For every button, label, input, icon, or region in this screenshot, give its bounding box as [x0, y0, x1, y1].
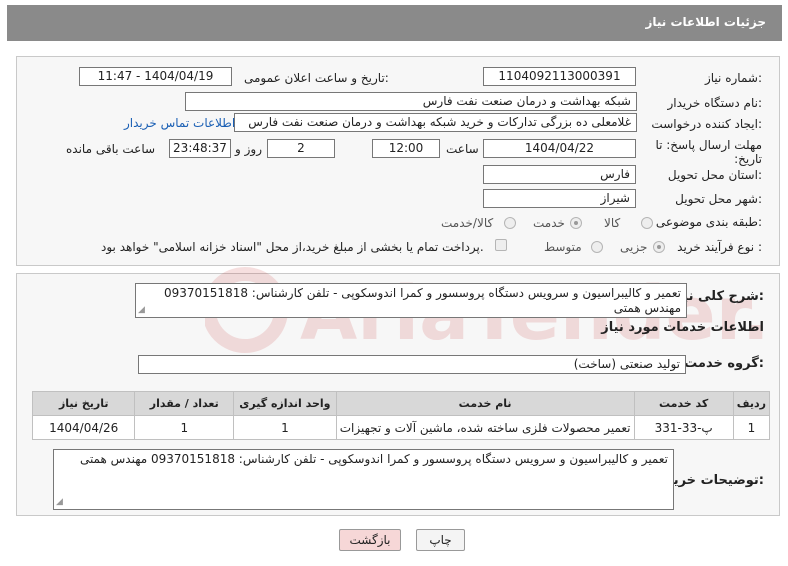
remaining-label: ساعت باقی مانده — [66, 142, 156, 156]
buyer-org-label: نام دستگاه خریدار: — [667, 96, 763, 110]
table-cell: تعمیر محصولات فلزی ساخته شده، ماشین آلات… — [335, 415, 635, 440]
back-button[interactable]: بازگشت — [339, 529, 401, 551]
process-label: نوع فرآیند خرید : — [677, 240, 762, 254]
province-label: استان محل تحویل: — [667, 168, 762, 182]
category-option-service: خدمت — [533, 216, 565, 230]
process-option-minor: جزیی — [620, 240, 648, 254]
category-radio-service[interactable] — [570, 217, 582, 229]
table-header-cell: تاریخ نیاز — [31, 391, 136, 416]
table-header-row: ردیف کد خدمت نام خدمت واحد اندازه گیری ت… — [31, 391, 771, 416]
city-field[interactable]: شیراز — [483, 189, 636, 208]
city-label: شهر محل تحویل: — [675, 192, 762, 206]
process-radio-medium[interactable] — [591, 241, 603, 253]
table-cell: 1404/04/26 — [31, 415, 136, 440]
buyer-notes-textarea[interactable]: تعمیر و کالیبراسیون و سرویس دستگاه پروسس… — [53, 449, 674, 510]
summary-textarea[interactable]: تعمیر و کالیبراسیون و سرویس دستگاه پروسس… — [135, 283, 687, 318]
category-option-goods: کالا — [604, 216, 621, 230]
requester-field[interactable]: غلامعلی ده بزرگی تدارکات و خرید شبکه بهد… — [234, 113, 637, 132]
table-cell: 1 — [233, 415, 337, 440]
deadline-date-field[interactable]: 1404/04/22 — [483, 139, 636, 158]
need-number-field[interactable]: 1104092113000391 — [483, 67, 636, 86]
table-header-cell: نام خدمت — [335, 391, 635, 416]
resize-grip-icon[interactable]: ◢ — [138, 306, 145, 315]
summary-text: تعمیر و کالیبراسیون و سرویس دستگاه پروسس… — [163, 286, 681, 315]
province-field[interactable]: فارس — [483, 165, 636, 184]
category-radio-goods[interactable] — [641, 217, 653, 229]
table-cell: پ-33-331 — [633, 415, 734, 440]
need-number-label: شماره نیاز: — [704, 71, 762, 85]
table-header-cell: کد خدمت — [633, 391, 734, 416]
announce-label: تاریخ و ساعت اعلان عمومی: — [244, 71, 389, 85]
deadline-time-field[interactable]: 12:00 — [372, 139, 440, 158]
time-label: ساعت — [446, 142, 479, 156]
category-label: طبقه بندی موضوعی: — [655, 215, 762, 229]
process-option-medium: متوسط — [544, 240, 582, 254]
treasury-payment-checkbox[interactable] — [495, 239, 507, 251]
buyer-contact-link[interactable]: اطلاعات تماس خریدار — [124, 116, 235, 130]
resize-grip-icon[interactable]: ◢ — [56, 498, 63, 507]
days-field[interactable]: 2 — [267, 139, 335, 158]
requester-label: ایجاد کننده درخواست: — [651, 117, 762, 131]
table-header-cell: تعداد / مقدار — [134, 391, 235, 416]
announce-datetime-field[interactable]: 1404/04/19 - 11:47 — [79, 67, 232, 86]
deadline-label: مهلت ارسال پاسخ: تا تاریخ: — [655, 138, 762, 166]
services-heading: اطلاعات خدمات مورد نیاز — [601, 320, 764, 335]
category-radio-goods-service[interactable] — [504, 217, 516, 229]
table-header-cell: ردیف — [732, 391, 771, 416]
table-row: 1 پ-33-331 تعمیر محصولات فلزی ساخته شده،… — [31, 415, 771, 440]
days-label: روز و — [235, 142, 262, 156]
page-header: جزئیات اطلاعات نیاز — [7, 5, 782, 41]
buyer-org-field[interactable]: شبکه بهداشت و درمان صنعت نفت فارس — [185, 92, 637, 111]
service-group-label: گروه خدمت: — [684, 356, 764, 371]
remaining-time-field[interactable]: 23:48:37 — [169, 139, 231, 158]
services-table: ردیف کد خدمت نام خدمت واحد اندازه گیری ت… — [31, 391, 771, 440]
process-radio-minor[interactable] — [653, 241, 665, 253]
table-cell: 1 — [134, 415, 235, 440]
service-group-field[interactable]: تولید صنعتی (ساخت) — [138, 355, 686, 374]
payment-note: پرداخت تمام یا بخشی از مبلغ خرید،از محل … — [101, 240, 484, 254]
table-cell: 1 — [732, 415, 771, 440]
buyer-notes-text: تعمیر و کالیبراسیون و سرویس دستگاه پروسس… — [79, 452, 668, 466]
page-title: جزئیات اطلاعات نیاز — [645, 15, 766, 29]
table-header-cell: واحد اندازه گیری — [233, 391, 337, 416]
print-button[interactable]: چاپ — [416, 529, 465, 551]
category-option-goods-service: کالا/خدمت — [441, 216, 494, 230]
